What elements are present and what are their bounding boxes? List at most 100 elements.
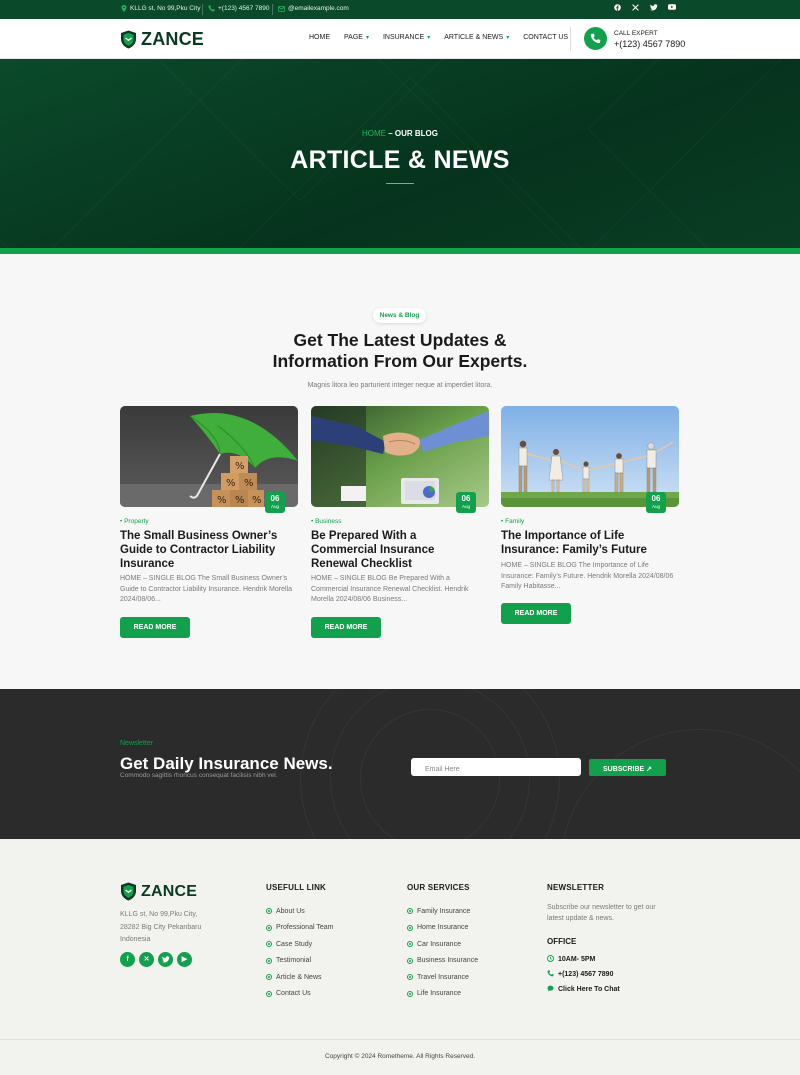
useful-links-list: About Us Professional Team Case Study Te… xyxy=(266,903,333,1002)
section-badge: News & Blog xyxy=(373,308,426,323)
footer-brand-name: ZANCE xyxy=(141,882,198,900)
location-icon xyxy=(120,5,127,12)
date-badge: 06 Aug xyxy=(456,492,476,513)
main-nav: HOME PAGE ▾ INSURANCE ▾ ARTICLE & NEWS ▾ CO… xyxy=(309,34,582,41)
mail-icon xyxy=(278,5,285,12)
footer-link[interactable]: Testimonial xyxy=(266,953,333,970)
post-category[interactable]: • Family xyxy=(501,518,524,525)
brand-name: ZANCE xyxy=(141,29,204,49)
breadcrumb-home[interactable]: HOME xyxy=(362,129,386,138)
circle-bullet-icon xyxy=(266,990,272,997)
footer-service-link[interactable]: Car Insurance xyxy=(407,936,478,953)
footer-link[interactable]: Article & News xyxy=(266,969,333,986)
footer-link[interactable]: Contact Us xyxy=(266,986,333,1003)
call-expert-button[interactable] xyxy=(584,27,607,50)
post-excerpt: HOME – SINGLE BLOG Be Prepared With a Co… xyxy=(311,575,469,603)
post-title[interactable]: The Importance of Life Insurance: Family… xyxy=(501,529,671,557)
post-excerpt: HOME – SINGLE BLOG The Small Business Ow… xyxy=(120,575,292,603)
post-category[interactable]: • Business xyxy=(311,518,341,525)
x-icon[interactable] xyxy=(631,4,640,14)
chevron-down-icon: ▾ xyxy=(427,35,431,41)
svg-text:%: % xyxy=(217,495,227,506)
post-title[interactable]: Be Prepared With a Commercial Insurance … xyxy=(311,529,481,571)
post-excerpt: HOME – SINGLE BLOG The Importance of Lif… xyxy=(501,562,674,590)
chat-link[interactable]: Click Here To Chat xyxy=(547,985,620,994)
read-more-button[interactable]: READ MORE xyxy=(120,617,190,638)
nav-home[interactable]: HOME xyxy=(309,34,330,41)
svg-text:%: % xyxy=(226,478,236,489)
svg-text:%: % xyxy=(235,461,245,472)
svg-text:%: % xyxy=(252,495,262,506)
footer-link[interactable]: Case Study xyxy=(266,936,333,953)
phone-icon xyxy=(590,33,601,44)
topbar-social xyxy=(613,4,676,14)
footer-service-link[interactable]: Home Insurance xyxy=(407,920,478,937)
brand-logo[interactable]: ZANCE xyxy=(120,29,204,50)
nav-insurance[interactable]: INSURANCE ▾ xyxy=(383,34,430,41)
footer-service-link[interactable]: Travel Insurance xyxy=(407,969,478,986)
top-bar: KLLG st, No 99,Pku City +(123) 4567 7890… xyxy=(0,0,800,19)
nav-contact[interactable]: CONTACT US xyxy=(523,34,568,41)
shield-logo-icon xyxy=(121,30,136,49)
footer-service-link[interactable]: Family Insurance xyxy=(407,903,478,920)
youtube-icon[interactable] xyxy=(667,4,676,14)
read-more-button[interactable]: READ MORE xyxy=(501,603,571,624)
shield-logo-icon xyxy=(121,882,136,901)
date-badge: 06 Aug xyxy=(265,492,285,513)
twitter-icon[interactable] xyxy=(158,952,173,967)
services-list: Family Insurance Home Insurance Car Insu… xyxy=(407,903,478,1002)
post-category[interactable]: • Property xyxy=(120,518,149,525)
email-input[interactable]: Email Here xyxy=(411,758,581,776)
facebook-icon[interactable] xyxy=(613,4,622,14)
breadcrumb-current: OUR BLOG xyxy=(394,129,438,138)
footer-link[interactable]: About Us xyxy=(266,903,333,920)
office-phone[interactable]: +(123) 4567 7890 xyxy=(547,970,613,979)
read-more-button[interactable]: READ MORE xyxy=(311,617,381,638)
nav-article-news[interactable]: ARTICLE & NEWS ▾ xyxy=(444,34,509,41)
page-title: ARTICLE & NEWS xyxy=(290,146,510,174)
footer-logo[interactable]: ZANCE xyxy=(120,882,197,901)
newsletter-eyebrow: Newsletter xyxy=(120,740,154,747)
call-number[interactable]: +(123) 4567 7890 xyxy=(614,39,685,49)
subscribe-button[interactable]: SUBSCRIBE ↗ xyxy=(589,759,666,776)
facebook-icon[interactable]: f xyxy=(120,952,135,967)
x-icon[interactable]: ✕ xyxy=(139,952,154,967)
chevron-down-icon: ▾ xyxy=(365,35,369,41)
chevron-down-icon: ▾ xyxy=(506,35,510,41)
circle-bullet-icon xyxy=(266,974,272,981)
circle-bullet-icon xyxy=(407,974,413,981)
chat-icon xyxy=(547,985,554,994)
newsletter-title: Get Daily Insurance News. xyxy=(120,754,333,773)
topbar-phone[interactable]: +(123) 4567 7890 xyxy=(208,5,270,12)
youtube-icon[interactable]: ▶ xyxy=(177,952,192,967)
footer-social: f ✕ ▶ xyxy=(120,952,192,967)
title-underline xyxy=(386,183,414,184)
call-label: CALL EXPERT xyxy=(614,30,658,37)
office-hours: 10AM- 5PM xyxy=(547,955,595,964)
useful-links-heading: USEFULL LINK xyxy=(266,883,327,892)
phone-icon xyxy=(208,5,215,12)
footer-link[interactable]: Professional Team xyxy=(266,920,333,937)
footer-newsletter-desc: Subscribe our newsletter to get our late… xyxy=(547,904,656,922)
footer-divider xyxy=(0,1039,800,1040)
phone-icon xyxy=(547,970,554,979)
footer-address: KLLG st, No 99,Pku City, 28282 Big City … xyxy=(120,911,202,943)
post-title[interactable]: The Small Business Owner’s Guide to Cont… xyxy=(120,529,290,571)
topbar-email[interactable]: @emailexample.com xyxy=(278,5,349,12)
circle-bullet-icon xyxy=(266,941,272,948)
topbar-address: KLLG st, No 99,Pku City xyxy=(120,5,200,12)
circle-bullet-icon xyxy=(407,924,413,931)
office-heading: OFFICE xyxy=(547,937,577,946)
circle-bullet-icon xyxy=(407,990,413,997)
footer-newsletter-heading: NEWSLETTER xyxy=(547,883,605,892)
date-badge: 06 Aug xyxy=(646,492,666,513)
svg-text:%: % xyxy=(244,478,254,489)
footer-service-link[interactable]: Business Insurance xyxy=(407,953,478,970)
circle-bullet-icon xyxy=(407,908,413,915)
circle-bullet-icon xyxy=(266,924,272,931)
twitter-icon[interactable] xyxy=(649,4,658,14)
breadcrumb: HOME – OUR BLOG xyxy=(361,129,438,138)
nav-page[interactable]: PAGE ▾ xyxy=(344,34,369,41)
footer-service-link[interactable]: Life Insurance xyxy=(407,986,478,1003)
copyright: Copyright © 2024 Rometheme. All Rights R… xyxy=(324,1053,476,1060)
